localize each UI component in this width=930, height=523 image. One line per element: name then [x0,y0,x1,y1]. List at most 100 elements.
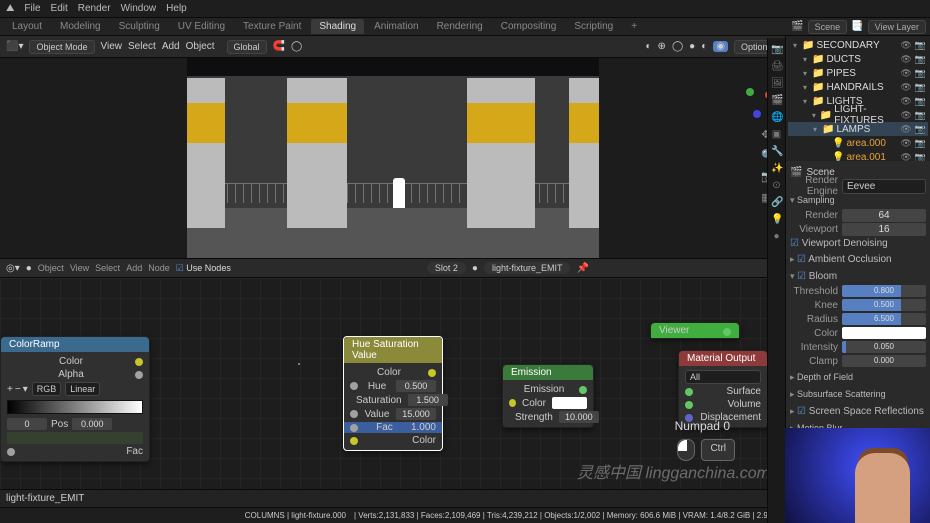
tab-modifier-icon[interactable]: 🔧 [771,146,782,157]
hue-val[interactable]: 0.500 [396,380,436,392]
bloom-threshold[interactable]: 0.800 [842,285,926,297]
outliner-item[interactable]: ▾📁PIPES👁📷 [788,66,928,80]
tab-constraint-icon[interactable]: 🔗 [771,197,782,208]
ramp-menu[interactable]: ▾ [23,384,28,395]
menu-help[interactable]: Help [166,3,187,14]
ramp-pos[interactable]: 0.000 [72,418,112,430]
ramp-interp[interactable]: Linear [65,382,100,396]
overlay-icon[interactable]: ◐ [646,41,652,52]
fac-val[interactable]: 1.000 [411,422,436,433]
scene-field[interactable]: Scene [808,20,848,34]
bloom-knee[interactable]: 0.500 [842,299,926,311]
sec-ssr[interactable]: Screen Space Reflections [790,404,926,419]
orientation-dd[interactable]: Global [227,40,267,54]
shading-matprev-icon[interactable]: ◐ [701,41,707,52]
tab-add[interactable]: + [623,19,645,34]
output-target[interactable]: All [685,370,761,384]
nh-node[interactable]: Node [148,263,170,273]
outliner-item[interactable]: ▾📁DUCTS👁📷 [788,52,928,66]
sec-ao[interactable]: Ambient Occlusion [790,252,926,267]
node-material-output[interactable]: Material Output All Surface Volume Displ… [678,350,768,428]
shading-wire-icon[interactable]: ◯ [672,41,683,52]
tab-layout[interactable]: Layout [4,19,50,34]
tab-texpaint[interactable]: Texture Paint [235,19,309,34]
tab-render-icon[interactable]: 📷 [771,44,782,55]
tab-physics-icon[interactable]: ⊙ [771,180,782,191]
socket-color-out[interactable] [428,369,436,377]
menu-window[interactable]: Window [121,3,157,14]
vp-object[interactable]: Object [186,41,215,52]
sec-dof[interactable]: Depth of Field [790,370,926,385]
socket-volume[interactable] [685,401,693,409]
sec-bloom[interactable]: Bloom [790,269,926,284]
outliner-item[interactable]: ▾📁HANDRAILS👁📷 [788,80,928,94]
tab-shading[interactable]: Shading [311,19,364,34]
proportional-icon[interactable]: ◯ [291,41,302,52]
layer-field[interactable]: View Layer [868,20,926,34]
shading-render-icon[interactable]: ◉ [713,41,728,52]
node-hue-saturation[interactable]: Hue Saturation Value Color Hue0.500 Satu… [343,336,443,451]
tab-animation[interactable]: Animation [366,19,426,34]
mat-breadcrumb[interactable]: light-fixture_EMIT [6,493,84,504]
socket-fac-in[interactable] [7,448,15,456]
socket-emission-out[interactable] [579,386,587,394]
engine-dd[interactable]: Eevee [842,179,926,194]
tab-particle-icon[interactable]: ✨ [771,163,782,174]
editor-type-icon[interactable]: ⬛▾ [6,41,23,52]
vp-select[interactable]: Select [128,41,156,52]
outliner-item[interactable]: ▾📁LIGHT-FIXTURES👁📷 [788,108,928,122]
samples-viewport[interactable]: 16 [842,223,926,236]
nh-object[interactable]: Object [38,263,64,273]
outliner-item[interactable]: ▾📁LAMPS👁📷 [788,122,928,136]
slot-select[interactable]: Slot 2 [427,262,466,274]
mode-dropdown[interactable]: Object Mode [29,40,94,54]
tab-world-icon[interactable]: 🌐 [771,112,782,123]
outliner-item[interactable]: 💡area.000👁📷 [788,136,928,150]
ramp-del[interactable]: − [15,384,21,395]
socket-color-in[interactable] [350,437,358,445]
node-editor-icon[interactable]: ◎▾ [6,263,20,274]
snap-icon[interactable]: 🧲 [273,41,285,52]
bloom-clamp[interactable]: 0.000 [842,355,926,367]
ramp-index[interactable]: 0 [7,418,47,430]
node-title[interactable]: Emission [503,365,593,380]
socket-alpha-out[interactable] [135,371,143,379]
tab-rendering[interactable]: Rendering [429,19,491,34]
tab-sculpting[interactable]: Sculpting [111,19,168,34]
vp-add[interactable]: Add [162,41,180,52]
tab-scene-icon[interactable]: 🎬 [771,95,782,106]
menu-edit[interactable]: Edit [51,3,68,14]
sat-val[interactable]: 1.500 [408,394,448,406]
pin-icon[interactable]: 📌 [576,263,588,274]
blender-icon[interactable]: ⛰ [6,3,14,14]
tab-modeling[interactable]: Modeling [52,19,109,34]
use-nodes-check[interactable]: Use Nodes [176,263,231,274]
bloom-radius[interactable]: 6.500 [842,313,926,325]
menu-render[interactable]: Render [78,3,111,14]
tab-material-icon[interactable]: ● [771,231,782,242]
tab-uv[interactable]: UV Editing [170,19,233,34]
nh-add[interactable]: Add [126,263,142,273]
node-title[interactable]: ColorRamp [1,337,149,352]
tab-data-icon[interactable]: 💡 [771,214,782,225]
sec-sss[interactable]: Subsurface Scattering [790,387,926,402]
emit-color[interactable] [552,397,587,409]
node-title[interactable]: Hue Saturation Value [344,337,442,363]
tab-output-icon[interactable]: 🖨 [771,61,782,72]
sh-type-obj[interactable]: ● [26,263,32,274]
emit-strength[interactable]: 10.000 [559,411,599,423]
nh-view[interactable]: View [70,263,89,273]
tab-viewlayer-icon[interactable]: 🖼 [771,78,782,89]
node-emission[interactable]: Emission Emission Color Strength10.000 [502,364,594,428]
node-editor[interactable]: Gradient Texture Color Fac Spherical Vec… [0,278,785,523]
ramp-stop-color[interactable] [7,432,143,444]
sec-sampling[interactable]: Sampling [790,193,926,208]
nh-select[interactable]: Select [95,263,120,273]
bloom-intensity[interactable]: 0.050 [842,341,926,353]
val-val[interactable]: 15.000 [396,408,436,420]
color-ramp-bar[interactable] [7,400,143,414]
material-name[interactable]: light-fixture_EMIT [484,262,571,274]
socket-surface[interactable] [685,388,693,396]
denoise-check[interactable]: Viewport Denoising [790,238,888,249]
node-viewer[interactable]: Viewer [650,322,740,339]
